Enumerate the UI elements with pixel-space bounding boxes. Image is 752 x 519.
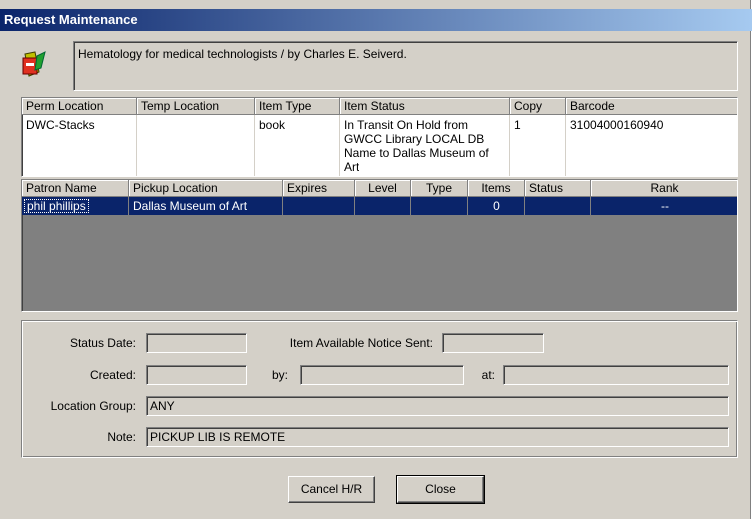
col-header-barcode[interactable]: Barcode: [566, 98, 737, 115]
copies-table[interactable]: Perm Location Temp Location Item Type It…: [21, 97, 738, 177]
cell-rank: --: [661, 199, 669, 213]
cancel-hr-button[interactable]: Cancel H/R: [288, 476, 375, 503]
col-header-expires[interactable]: Expires: [283, 180, 355, 197]
note-field[interactable]: PICKUP LIB IS REMOTE: [146, 427, 729, 447]
status-date-field[interactable]: [146, 333, 247, 353]
col-header-items[interactable]: Items: [468, 180, 525, 197]
item-title-box: Hematology for medical technologists / b…: [73, 41, 738, 91]
cell-item-type: book: [259, 118, 286, 132]
location-group-label: Location Group:: [50, 399, 136, 413]
close-button[interactable]: Close: [396, 475, 485, 504]
book-with-red-clip-icon: [19, 50, 47, 80]
location-group-field[interactable]: ANY: [146, 396, 729, 416]
col-header-patron-name[interactable]: Patron Name: [22, 180, 129, 197]
window-title[interactable]: Request Maintenance: [0, 9, 752, 31]
cell-item-status-line-2: GWCC Library LOCAL DB: [344, 132, 485, 146]
table-row[interactable]: DWC-Stacks book In Transit On Hold from …: [22, 115, 737, 176]
col-header-status[interactable]: Status: [525, 180, 591, 197]
at-label: at:: [481, 368, 495, 382]
col-header-item-type[interactable]: Item Type: [255, 98, 340, 115]
created-field[interactable]: [146, 365, 247, 385]
request-maintenance-window: Request Maintenance Hematology for medic…: [0, 0, 752, 519]
close-button-label: Close: [425, 482, 456, 496]
cell-perm-location: DWC-Stacks: [26, 118, 95, 132]
col-header-rank[interactable]: Rank: [591, 180, 737, 197]
col-header-type[interactable]: Type: [411, 180, 468, 197]
status-date-label: Status Date:: [69, 336, 136, 350]
col-header-temp-location[interactable]: Temp Location: [137, 98, 255, 115]
col-header-perm-location[interactable]: Perm Location: [22, 98, 137, 115]
table-row-selected[interactable]: phil phillips Dallas Museum of Art 0 --: [22, 197, 737, 215]
holds-table[interactable]: Patron Name Pickup Location Expires Leve…: [21, 179, 738, 312]
cell-items: 0: [493, 199, 500, 213]
at-field[interactable]: [503, 365, 729, 385]
col-header-copy[interactable]: Copy: [510, 98, 566, 115]
cell-barcode: 31004000160940: [570, 118, 664, 132]
item-title-text: Hematology for medical technologists / b…: [78, 47, 407, 61]
notice-sent-field[interactable]: [442, 333, 544, 353]
col-header-pickup-location[interactable]: Pickup Location: [129, 180, 283, 197]
cell-patron-name: phil phillips: [24, 199, 89, 213]
cell-item-status-line-4: Art: [344, 160, 360, 174]
col-header-level[interactable]: Level: [355, 180, 411, 197]
created-label: Created:: [89, 368, 136, 382]
cancel-hr-button-label: Cancel H/R: [300, 482, 363, 496]
by-label: by:: [272, 368, 289, 382]
cell-item-status-line-3: Name to Dallas Museum of: [344, 146, 489, 160]
note-label: Note:: [107, 430, 136, 444]
notice-sent-label: Item Available Notice Sent:: [289, 336, 433, 350]
col-header-item-status[interactable]: Item Status: [340, 98, 510, 115]
cell-pickup-location: Dallas Museum of Art: [133, 199, 248, 213]
by-field[interactable]: [300, 365, 464, 385]
cell-copy: 1: [514, 118, 521, 132]
cell-item-status-line-1: In Transit On Hold from: [344, 118, 469, 132]
